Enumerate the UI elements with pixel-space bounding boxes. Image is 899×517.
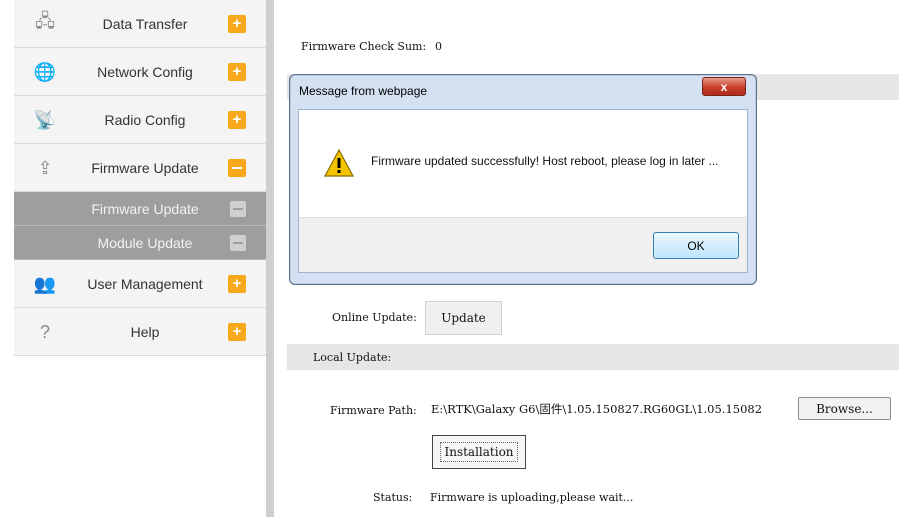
sidebar-subitem-label: Module Update [97,235,193,251]
sidebar-item-radio-config[interactable]: 📡 Radio Config + [14,96,266,144]
data-transfer-icon: 🖧 [34,11,56,31]
sidebar-item-label: Firmware Update [91,160,199,176]
sidebar-item-network-config[interactable]: 🌐 Network Config + [14,48,266,96]
sidebar-item-data-transfer[interactable]: 🖧 Data Transfer + [14,0,266,48]
expand-plus-icon[interactable]: + [228,15,246,33]
checksum-value: 0 [435,40,442,53]
online-update-label: Online Update: [332,311,417,324]
expand-plus-icon[interactable]: + [228,275,246,293]
collapse-minus-icon[interactable] [228,159,246,177]
help-icon: ? [39,321,50,342]
firmware-path-input[interactable] [431,399,797,419]
expand-plus-icon[interactable]: + [228,323,246,341]
dialog-title: Message from webpage [299,84,428,98]
warning-icon [324,148,354,177]
sidebar-item-label: User Management [87,276,203,292]
installation-button-label: Installation [440,442,518,462]
installation-button[interactable]: Installation [432,435,526,469]
dialog-footer: OK [298,217,748,273]
checksum-label: Firmware Check Sum: [301,40,427,53]
sidebar-item-label: Radio Config [104,112,186,128]
dialog-body: Firmware updated successfully! Host rebo… [298,109,748,217]
sidebar-item-user-management[interactable]: 👥 User Management + [14,260,266,308]
sidebar-item-help[interactable]: ? Help + [14,308,266,356]
sidebar: 🖧 Data Transfer + 🌐 Network Config + 📡 R… [14,0,267,517]
close-icon[interactable]: x [702,77,746,96]
update-button[interactable]: Update [425,301,502,335]
sidebar-subitem-label: Firmware Update [91,201,199,217]
ok-button[interactable]: OK [653,232,739,259]
local-update-band: Local Update: [287,344,899,370]
expand-plus-icon[interactable]: + [228,63,246,81]
browse-button[interactable]: Browse... [798,397,891,420]
status-label: Status: [373,491,413,504]
sidebar-item-firmware-update[interactable]: ⇪ Firmware Update [14,144,266,192]
minus-icon[interactable] [230,235,246,251]
sidebar-subitem-module-update[interactable]: Module Update [14,226,266,260]
minus-icon[interactable] [230,201,246,217]
panel-divider[interactable] [266,0,274,517]
dialog-message: Firmware updated successfully! Host rebo… [371,154,719,168]
users-icon: 👥 [33,273,57,294]
dialog-titlebar[interactable]: Message from webpage x [290,75,756,109]
local-update-label: Local Update: [313,351,392,364]
upload-icon: ⇪ [37,157,53,178]
globe-icon: 🌐 [33,61,57,82]
expand-plus-icon[interactable]: + [228,111,246,129]
message-dialog: Message from webpage x Firmware updated … [289,74,757,285]
status-value: Firmware is uploading,please wait... [430,491,634,504]
firmware-path-label: Firmware Path: [330,404,417,417]
sidebar-subitem-firmware-update[interactable]: Firmware Update [14,192,266,226]
sidebar-item-label: Data Transfer [102,16,188,32]
sidebar-item-label: Network Config [97,64,193,80]
radio-tower-icon: 📡 [33,109,57,130]
sidebar-item-label: Help [130,324,160,340]
